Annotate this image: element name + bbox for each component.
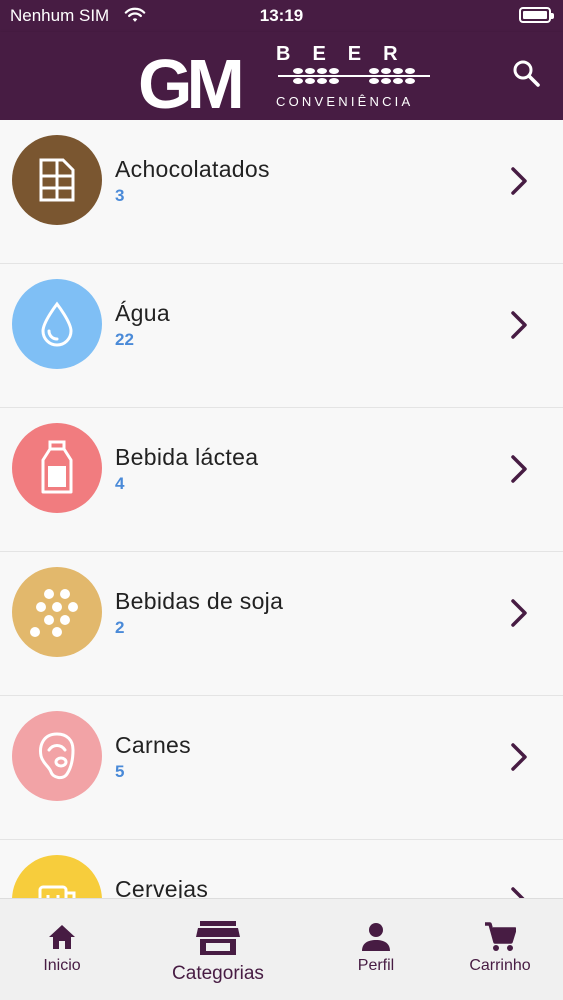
clock: 13:19 bbox=[259, 6, 304, 25]
chevron-right-icon bbox=[511, 455, 527, 483]
bottom-tab-bar: Inicio Categorias Perfil Carrinho bbox=[0, 898, 563, 1000]
chevron-right-icon bbox=[511, 887, 525, 898]
svg-text:GM: GM bbox=[138, 45, 240, 114]
status-bar: Nenhum SIM 13:19 bbox=[0, 0, 563, 32]
battery-icon bbox=[519, 7, 554, 23]
category-item-agua[interactable]: Água 22 bbox=[0, 264, 563, 408]
category-icon-circle bbox=[12, 423, 102, 513]
category-name: Carnes bbox=[115, 732, 191, 758]
category-count: 4 bbox=[115, 474, 125, 493]
tab-carrinho[interactable]: Carrinho bbox=[450, 899, 550, 1000]
beer-mug-icon bbox=[38, 885, 76, 898]
category-count: 3 bbox=[115, 186, 125, 205]
chevron-right-icon bbox=[511, 167, 527, 195]
category-icon-circle bbox=[12, 711, 102, 801]
category-item-carnes[interactable]: Carnes 5 bbox=[0, 696, 563, 840]
category-icon-circle bbox=[12, 855, 102, 898]
category-name: Bebidas de soja bbox=[115, 588, 284, 614]
chevron-right-icon bbox=[511, 743, 527, 771]
category-icon-circle bbox=[12, 135, 102, 225]
tab-label: Inicio bbox=[43, 957, 81, 974]
chevron-right-icon bbox=[511, 599, 527, 627]
category-item-cervejas[interactable]: Cervejas bbox=[0, 840, 563, 898]
category-count: 5 bbox=[115, 762, 125, 781]
tab-perfil[interactable]: Perfil bbox=[326, 899, 426, 1000]
tab-label: Categorias bbox=[172, 963, 264, 984]
category-count: 22 bbox=[115, 330, 134, 349]
tab-categorias[interactable]: Categorias bbox=[158, 899, 278, 1000]
category-item-bebida-lactea[interactable]: Bebida láctea 4 bbox=[0, 408, 563, 552]
chocolate-bar-icon bbox=[39, 158, 75, 202]
category-count: 2 bbox=[115, 618, 125, 637]
tab-inicio[interactable]: Inicio bbox=[12, 899, 112, 1000]
category-item-bebidas-de-soja[interactable]: Bebidas de soja 2 bbox=[0, 552, 563, 696]
category-name: Água bbox=[115, 300, 170, 326]
category-name: Cervejas bbox=[115, 876, 209, 898]
tab-label: Perfil bbox=[357, 957, 395, 974]
brand-logo: GM BEER CONVENIÊNCIA bbox=[138, 43, 430, 114]
search-icon[interactable] bbox=[511, 58, 541, 88]
store-icon bbox=[196, 921, 240, 955]
soy-beans-icon bbox=[30, 589, 78, 637]
home-icon bbox=[49, 925, 75, 949]
tab-label: Carrinho bbox=[469, 957, 531, 974]
category-icon-circle bbox=[12, 279, 102, 369]
category-name: Achocolatados bbox=[115, 156, 270, 182]
svg-text:BEER: BEER bbox=[276, 43, 420, 65]
cart-icon bbox=[485, 922, 516, 951]
person-icon bbox=[362, 923, 390, 951]
category-item-achocolatados[interactable]: Achocolatados 3 bbox=[0, 120, 563, 264]
milk-bottle-icon bbox=[41, 440, 73, 494]
category-icon-circle bbox=[12, 567, 102, 657]
svg-text:CONVENIÊNCIA: CONVENIÊNCIA bbox=[276, 94, 413, 109]
chevron-right-icon bbox=[511, 311, 527, 339]
app-header: GM BEER CONVENIÊNCIA bbox=[0, 32, 563, 120]
meat-icon bbox=[39, 732, 75, 780]
category-list: Achocolatados 3 Água 22 Bebida láctea 4 bbox=[0, 120, 563, 898]
water-drop-icon bbox=[41, 301, 73, 347]
category-name: Bebida láctea bbox=[115, 444, 259, 470]
